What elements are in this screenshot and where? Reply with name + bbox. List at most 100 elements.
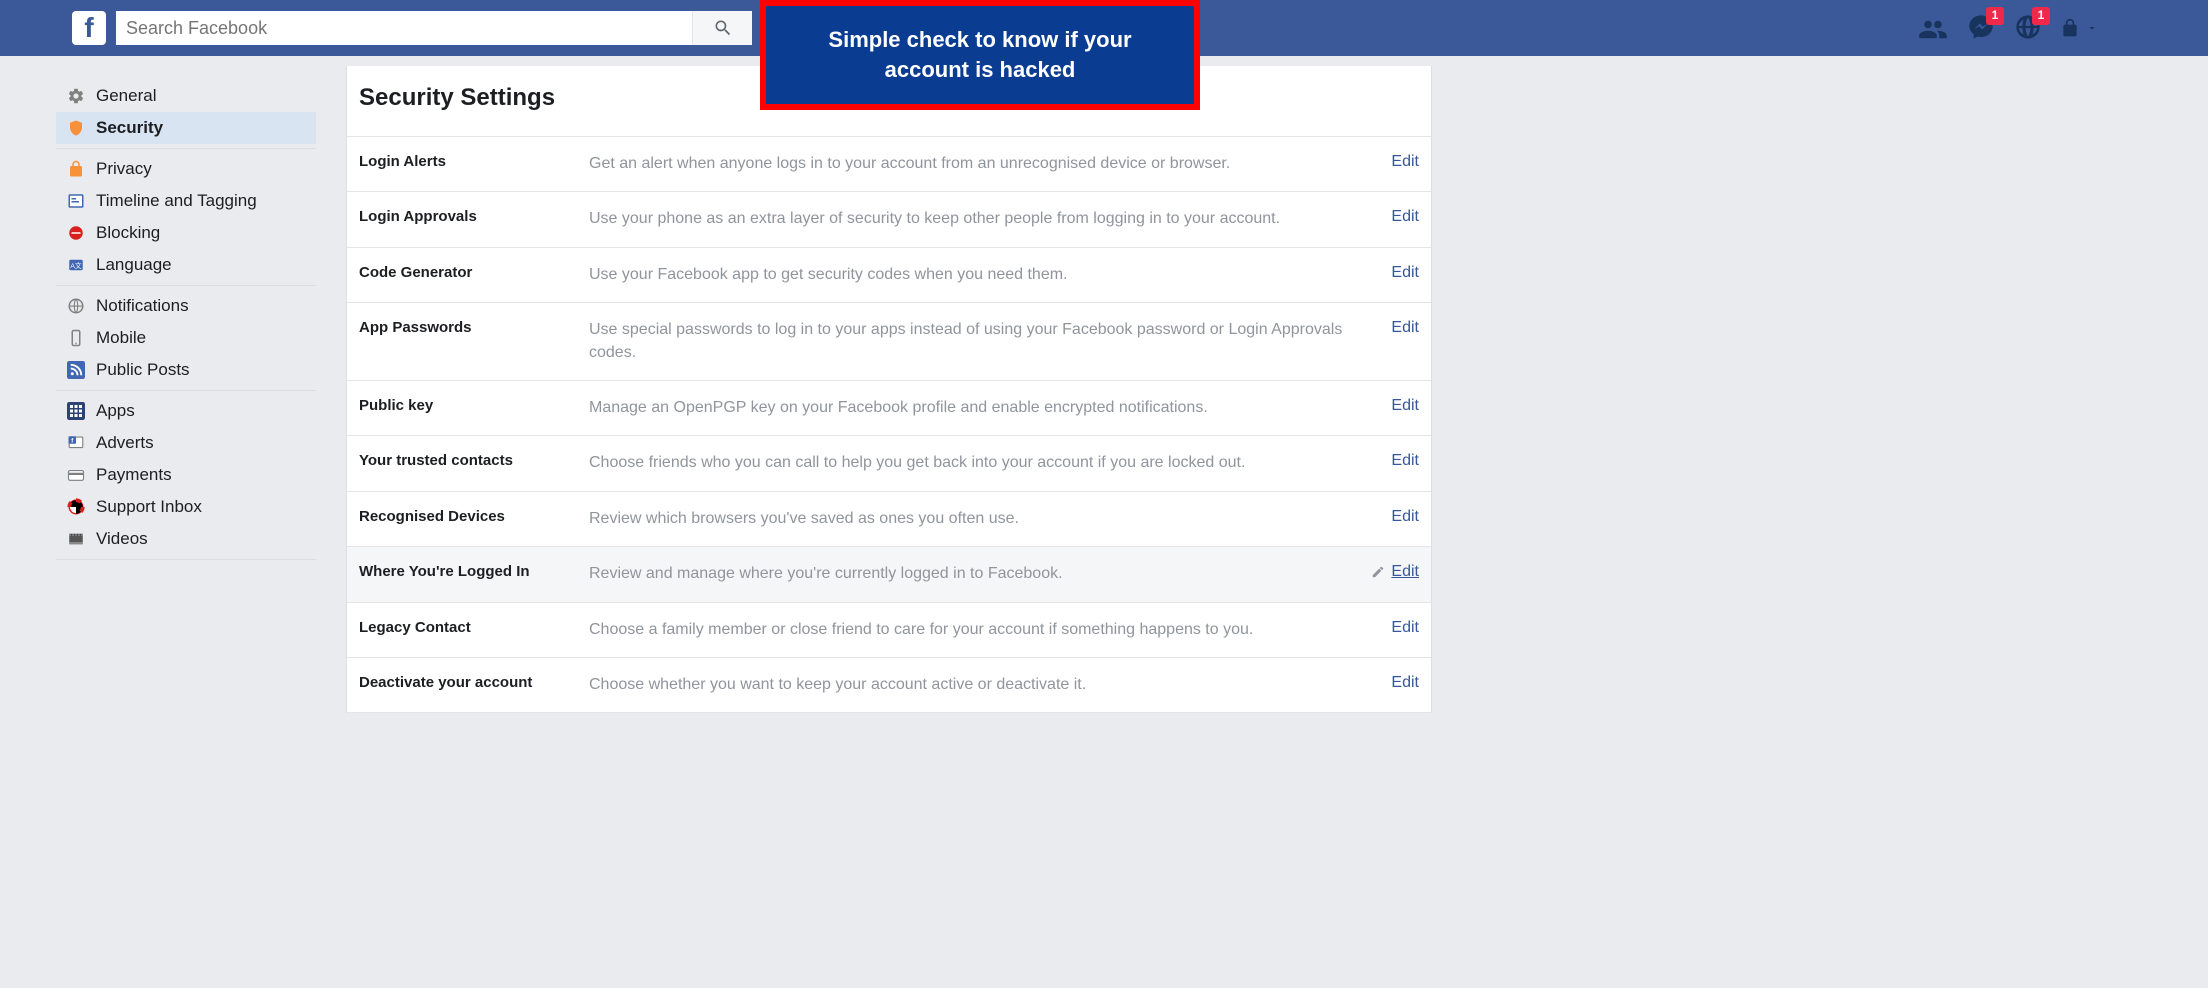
sidebar-item-videos[interactable]: Videos: [56, 523, 316, 555]
setting-row-login-alerts[interactable]: Login AlertsGet an alert when anyone log…: [347, 136, 1431, 191]
sidebar-item-notifications[interactable]: Notifications: [56, 290, 316, 322]
edit-label: Edit: [1391, 264, 1419, 282]
sidebar-item-general[interactable]: General: [56, 80, 316, 112]
settings-list: Login AlertsGet an alert when anyone log…: [347, 136, 1431, 713]
edit-label: Edit: [1391, 319, 1419, 337]
setting-label: Recognised Devices: [359, 508, 589, 525]
globe-icon: [66, 296, 86, 316]
search-button[interactable]: [692, 11, 752, 45]
edit-link[interactable]: Edit: [1391, 397, 1419, 415]
setting-description: Review which browsers you've saved as on…: [589, 508, 1391, 530]
payments-icon: [66, 465, 86, 485]
privacy-shortcuts-button[interactable]: [2060, 17, 2098, 39]
setting-row-your-trusted-contacts[interactable]: Your trusted contactsChoose friends who …: [347, 435, 1431, 490]
setting-label: Public key: [359, 397, 589, 414]
setting-description: Get an alert when anyone logs in to your…: [589, 153, 1391, 175]
setting-row-recognised-devices[interactable]: Recognised DevicesReview which browsers …: [347, 491, 1431, 546]
topbar-right-icons: 1 1: [1918, 0, 2098, 56]
edit-link[interactable]: Edit: [1391, 264, 1419, 282]
edit-link[interactable]: Edit: [1371, 563, 1419, 581]
sidebar-item-label: Videos: [96, 529, 148, 549]
edit-label: Edit: [1391, 397, 1419, 415]
setting-row-public-key[interactable]: Public keyManage an OpenPGP key on your …: [347, 380, 1431, 435]
lock-icon: [2060, 17, 2080, 39]
sidebar-item-support-inbox[interactable]: Support Inbox: [56, 491, 316, 523]
sidebar-item-payments[interactable]: Payments: [56, 459, 316, 491]
setting-label: Your trusted contacts: [359, 452, 589, 469]
page-body: General Security Privacy Timeline and Taggi…: [0, 56, 1448, 733]
sidebar-item-label: Support Inbox: [96, 497, 202, 517]
annotation-callout: Simple check to know if your account is …: [760, 0, 1200, 110]
setting-row-where-you-re-logged-in[interactable]: Where You're Logged InReview and manage …: [347, 546, 1431, 601]
search-input[interactable]: [116, 11, 692, 45]
sidebar-item-timeline-and-tagging[interactable]: Timeline and Tagging: [56, 185, 316, 217]
setting-row-code-generator[interactable]: Code GeneratorUse your Facebook app to g…: [347, 247, 1431, 302]
sidebar-item-security[interactable]: Security: [56, 112, 316, 144]
setting-label: Login Approvals: [359, 208, 589, 225]
setting-label: Legacy Contact: [359, 619, 589, 636]
sidebar-item-label: Security: [96, 118, 163, 138]
edit-label: Edit: [1391, 619, 1419, 637]
sidebar-item-label: Public Posts: [96, 360, 190, 380]
friends-icon: [1918, 14, 1948, 40]
setting-label: App Passwords: [359, 319, 589, 336]
friend-requests-button[interactable]: [1918, 14, 1948, 43]
settings-sidebar: General Security Privacy Timeline and Taggi…: [56, 66, 316, 733]
lock-icon: [66, 159, 86, 179]
sidebar-item-label: Privacy: [96, 159, 152, 179]
setting-row-app-passwords[interactable]: App PasswordsUse special passwords to lo…: [347, 302, 1431, 380]
top-bar: f Simple check to know if your account i…: [0, 0, 2208, 56]
edit-label: Edit: [1391, 674, 1419, 692]
edit-link[interactable]: Edit: [1391, 319, 1419, 337]
videos-icon: [66, 529, 86, 549]
setting-description: Use special passwords to log in to your …: [589, 319, 1391, 364]
messages-badge: 1: [1986, 7, 2004, 25]
sidebar-item-label: Timeline and Tagging: [96, 191, 257, 211]
setting-label: Login Alerts: [359, 153, 589, 170]
language-icon: A文: [66, 255, 86, 275]
edit-label: Edit: [1391, 508, 1419, 526]
svg-text:A文: A文: [70, 261, 82, 270]
setting-row-login-approvals[interactable]: Login ApprovalsUse your phone as an extr…: [347, 191, 1431, 246]
edit-link[interactable]: Edit: [1391, 619, 1419, 637]
edit-label: Edit: [1391, 153, 1419, 171]
edit-link[interactable]: Edit: [1391, 508, 1419, 526]
setting-description: Choose a family member or close friend t…: [589, 619, 1391, 641]
search-icon: [713, 18, 733, 38]
setting-description: Use your Facebook app to get security co…: [589, 264, 1391, 286]
block-icon: [66, 223, 86, 243]
sidebar-item-label: Notifications: [96, 296, 189, 316]
edit-label: Edit: [1391, 563, 1419, 581]
sidebar-item-public-posts[interactable]: Public Posts: [56, 354, 316, 386]
edit-label: Edit: [1391, 452, 1419, 470]
sidebar-item-privacy[interactable]: Privacy: [56, 153, 316, 185]
setting-row-deactivate-your-account[interactable]: Deactivate your accountChoose whether yo…: [347, 657, 1431, 712]
setting-label: Code Generator: [359, 264, 589, 281]
edit-link[interactable]: Edit: [1391, 452, 1419, 470]
sidebar-item-label: Blocking: [96, 223, 160, 243]
edit-link[interactable]: Edit: [1391, 674, 1419, 692]
pencil-icon: [1371, 565, 1385, 579]
setting-label: Where You're Logged In: [359, 563, 589, 580]
notifications-badge: 1: [2032, 7, 2050, 25]
rss-icon: [66, 360, 86, 380]
setting-label: Deactivate your account: [359, 674, 589, 691]
edit-link[interactable]: Edit: [1391, 153, 1419, 171]
edit-link[interactable]: Edit: [1391, 208, 1419, 226]
apps-icon: [66, 401, 86, 421]
sidebar-item-mobile[interactable]: Mobile: [56, 322, 316, 354]
messages-button[interactable]: 1: [1966, 13, 1996, 44]
sidebar-item-adverts[interactable]: fAdverts: [56, 427, 316, 459]
facebook-logo[interactable]: f: [72, 11, 106, 45]
chevron-down-icon: [2086, 22, 2098, 34]
shield-icon: [66, 118, 86, 138]
main-content: Security Settings Login AlertsGet an ale…: [346, 66, 1432, 713]
notifications-button[interactable]: 1: [2014, 13, 2042, 44]
sidebar-item-apps[interactable]: Apps: [56, 395, 316, 427]
edit-label: Edit: [1391, 208, 1419, 226]
sidebar-item-language[interactable]: A文Language: [56, 249, 316, 281]
setting-description: Use your phone as an extra layer of secu…: [589, 208, 1391, 230]
setting-description: Manage an OpenPGP key on your Facebook p…: [589, 397, 1391, 419]
sidebar-item-blocking[interactable]: Blocking: [56, 217, 316, 249]
setting-row-legacy-contact[interactable]: Legacy ContactChoose a family member or …: [347, 602, 1431, 657]
